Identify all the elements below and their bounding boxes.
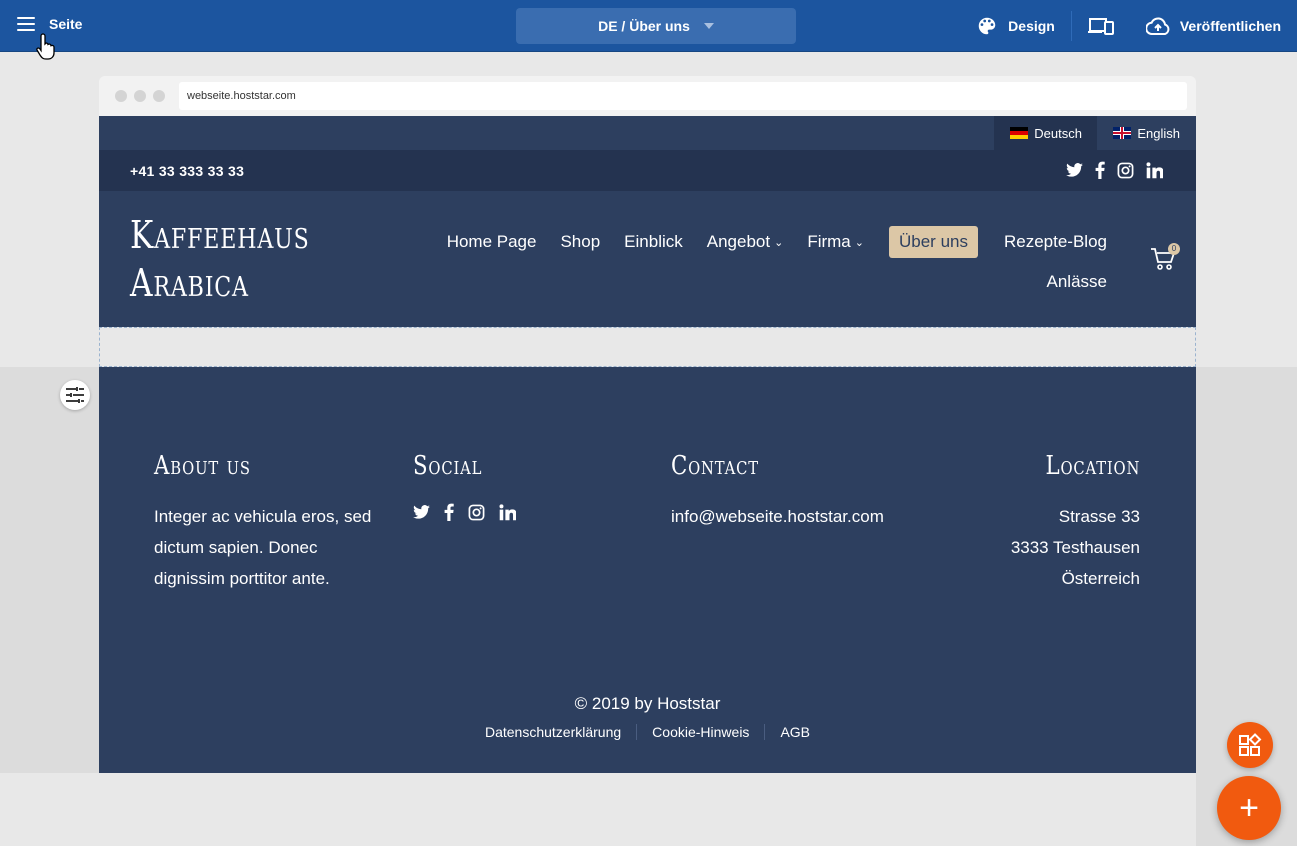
chevron-down-icon: ⌄	[774, 236, 784, 249]
browser-chrome: webseite.hoststar.com	[99, 76, 1196, 116]
facebook-icon[interactable]	[444, 503, 454, 521]
copyright-text: © 2019 by Hoststar	[574, 694, 721, 713]
footer-location: Location Strasse 33 3333 Testhausen Öste…	[1011, 451, 1140, 594]
footer-social: Social	[413, 451, 516, 521]
footer-heading: Social	[413, 451, 483, 481]
palette-icon	[978, 17, 996, 35]
nav-ueber-uns[interactable]: Über uns	[889, 226, 978, 258]
footer-heading: Location	[1045, 451, 1140, 481]
url-bar: webseite.hoststar.com	[179, 82, 1187, 110]
nav-home[interactable]: Home Page	[435, 226, 549, 258]
contact-email[interactable]: info@webseite.hoststar.com	[671, 501, 891, 532]
page-selector-label: DE / Über uns	[598, 18, 690, 34]
nav-label: Shop	[560, 232, 601, 251]
window-dots	[115, 90, 165, 102]
shopping-cart-button[interactable]: 0	[1150, 243, 1180, 273]
footer-heading: About us	[154, 451, 251, 481]
cookie-link[interactable]: Cookie-Hinweis	[636, 724, 764, 740]
chevron-down-icon	[703, 23, 714, 29]
nav-shop[interactable]: Shop	[548, 226, 612, 258]
language-bar: Deutsch English	[99, 116, 1196, 150]
design-button[interactable]: Design	[960, 0, 1071, 52]
language-english[interactable]: English	[1097, 116, 1196, 150]
hamburger-icon	[17, 17, 35, 31]
twitter-icon[interactable]	[413, 505, 430, 519]
footer-heading: Contact	[671, 451, 759, 481]
design-label: Design	[1008, 18, 1055, 34]
nav-angebot[interactable]: Angebot ⌄	[695, 226, 796, 258]
nav-label: Angebot	[706, 232, 771, 251]
nav-label: Home Page	[446, 232, 537, 251]
linkedin-icon[interactable]	[499, 503, 516, 521]
phone-number[interactable]: +41 33 333 33 33	[130, 163, 244, 179]
devices-icon	[1087, 18, 1114, 35]
nav-label: Firma	[807, 232, 851, 251]
cart-count-badge: 0	[1168, 243, 1180, 255]
main-navigation: Home Page Shop Einblick Angebot ⌄ Firma ⌄ …	[429, 226, 1119, 298]
uk-flag-icon	[1113, 127, 1132, 139]
nav-anlaesse[interactable]: Anlässe	[1035, 266, 1119, 298]
widgets-icon	[1239, 733, 1262, 756]
nav-label: Über uns	[899, 232, 968, 251]
editor-top-bar: Seite DE / Über uns Design Veröffentlich…	[0, 0, 1297, 52]
legal-links: Datenschutzerklärung Cookie-Hinweis AGB	[99, 724, 1196, 740]
nav-firma[interactable]: Firma ⌄	[795, 226, 876, 258]
twitter-icon[interactable]	[1066, 163, 1083, 177]
footer-social-links	[413, 501, 516, 521]
empty-section-dropzone[interactable]	[99, 327, 1196, 367]
section-settings-button[interactable]	[60, 380, 90, 410]
sliders-icon	[66, 387, 84, 403]
device-preview-button[interactable]	[1072, 0, 1130, 52]
header-social-links	[1066, 161, 1163, 179]
site-footer: About us Integer ac vehicula eros, sed d…	[99, 367, 1196, 773]
page-selector-dropdown[interactable]: DE / Über uns	[516, 8, 796, 44]
top-contact-bar: +41 33 333 33 33	[99, 150, 1196, 191]
instagram-icon[interactable]	[468, 504, 485, 521]
privacy-link[interactable]: Datenschutzerklärung	[470, 724, 636, 740]
language-label: Deutsch	[1034, 125, 1082, 141]
linkedin-icon[interactable]	[1146, 161, 1163, 179]
about-text: Integer ac vehicula eros, sed dictum sap…	[154, 507, 372, 588]
nav-label: Rezepte-Blog	[1003, 232, 1107, 251]
website-preview: webseite.hoststar.com Deutsch English +4…	[99, 76, 1196, 367]
footer-about: About us Integer ac vehicula eros, sed d…	[154, 451, 379, 594]
language-label: English	[1137, 125, 1180, 141]
agb-link[interactable]: AGB	[764, 724, 825, 740]
plus-icon: +	[1239, 788, 1259, 827]
page-menu-label: Seite	[49, 16, 83, 32]
nav-label: Einblick	[624, 232, 683, 251]
nav-rezepte-blog[interactable]: Rezepte-Blog	[992, 226, 1119, 258]
nav-einblick[interactable]: Einblick	[612, 226, 695, 258]
footer-contact: Contact info@webseite.hoststar.com	[671, 451, 891, 532]
site-logo[interactable]: Kaffeehaus Arabica	[130, 211, 310, 307]
chevron-down-icon: ⌄	[854, 236, 864, 249]
add-section-button[interactable]: +	[1217, 776, 1281, 840]
nav-label: Anlässe	[1046, 272, 1107, 291]
publish-label: Veröffentlichen	[1179, 18, 1281, 34]
facebook-icon[interactable]	[1095, 161, 1105, 179]
location-street: Strasse 33	[1058, 507, 1140, 526]
location-country: Österreich	[1061, 569, 1140, 588]
add-widget-button[interactable]	[1227, 722, 1273, 768]
logo-line-2: Arabica	[130, 261, 249, 305]
de-flag-icon	[1010, 127, 1029, 139]
publish-button[interactable]: Veröffentlichen	[1130, 0, 1297, 52]
cloud-upload-icon	[1145, 17, 1170, 35]
logo-line-1: Kaffeehaus	[130, 213, 310, 257]
language-deutsch[interactable]: Deutsch	[994, 116, 1098, 150]
instagram-icon[interactable]	[1117, 162, 1134, 179]
page-menu-button[interactable]: Seite	[17, 16, 82, 32]
canvas-background	[1196, 367, 1297, 846]
site-header: Kaffeehaus Arabica Home Page Shop Einbli…	[99, 191, 1196, 327]
hand-cursor-icon	[36, 33, 55, 60]
location-city: 3333 Testhausen	[1010, 538, 1140, 557]
